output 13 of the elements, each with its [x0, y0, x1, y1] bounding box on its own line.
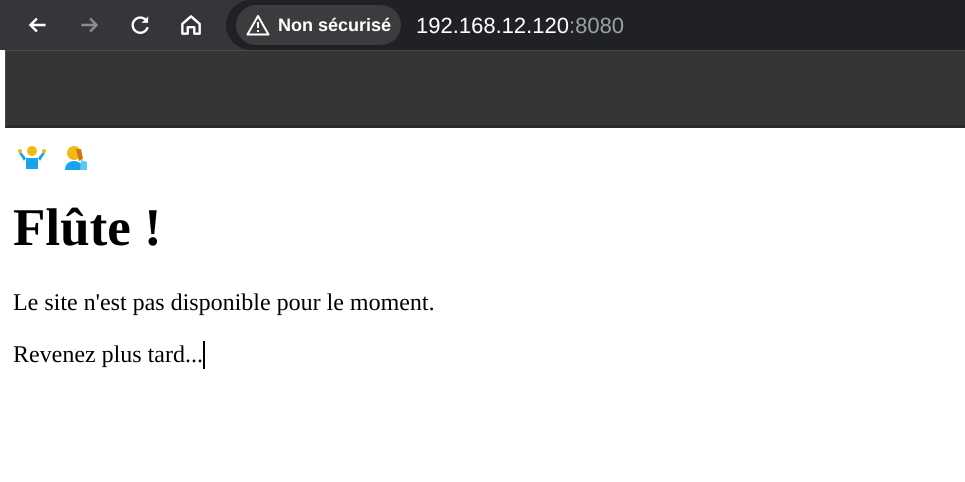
url-port: :8080	[568, 12, 624, 40]
paragraph: Revenez plus tard...	[13, 341, 203, 369]
text-cursor	[202, 341, 205, 369]
security-chip[interactable]: Non sécurisé	[236, 5, 402, 45]
paragraph: Le site n'est pas disponible pour le moment.	[13, 289, 435, 317]
shrugging-figure-icon	[18, 144, 46, 170]
facepalm-figure-icon	[64, 144, 88, 170]
security-label: Non sécurisé	[278, 14, 392, 36]
home-icon	[178, 12, 204, 38]
address-bar[interactable]: Non sécurisé 192.168.12.120:8080	[226, 0, 965, 50]
url-host: 192.168.12.120	[416, 12, 569, 40]
page-heading: Flûte !	[13, 202, 163, 255]
warning-icon	[246, 14, 270, 36]
